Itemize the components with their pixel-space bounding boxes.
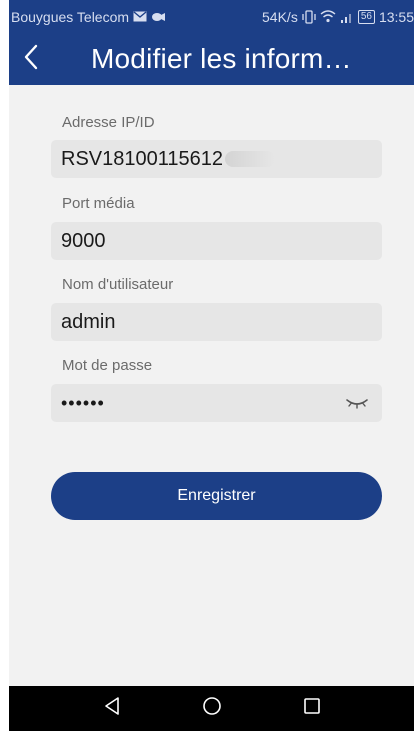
back-button[interactable] bbox=[9, 33, 53, 85]
network-speed: 54K/s bbox=[262, 8, 298, 25]
eye-closed-icon[interactable] bbox=[344, 394, 370, 412]
ip-value: RSV18100115612 bbox=[61, 147, 223, 170]
save-button[interactable]: Enregistrer bbox=[51, 472, 382, 520]
system-nav-bar bbox=[9, 686, 414, 731]
battery-level: 56 bbox=[357, 9, 375, 24]
battery-icon: 56 bbox=[357, 9, 375, 24]
triangle-back-icon bbox=[103, 696, 121, 721]
wifi-icon bbox=[320, 10, 336, 23]
password-field[interactable]: •••••• bbox=[51, 384, 382, 422]
status-bar: Bouygues Telecom 54K/s 56 13:55 bbox=[9, 0, 414, 33]
password-label: Mot de passe bbox=[62, 357, 153, 374]
username-field[interactable]: admin bbox=[51, 303, 382, 341]
notification-icon bbox=[151, 12, 166, 22]
obscured-text bbox=[225, 151, 275, 167]
signal-icon bbox=[340, 11, 354, 23]
page-title: Modifier les inform… bbox=[91, 43, 352, 74]
password-value: •••••• bbox=[61, 392, 105, 413]
username-label: Nom d'utilisateur bbox=[62, 276, 174, 293]
circle-home-icon bbox=[202, 696, 222, 721]
port-label: Port média bbox=[62, 195, 135, 212]
nav-back-button[interactable] bbox=[97, 694, 127, 724]
clock: 13:55 bbox=[378, 8, 414, 25]
app-screen: Bouygues Telecom 54K/s 56 13:55 Modifier… bbox=[0, 0, 414, 731]
nav-home-button[interactable] bbox=[197, 694, 227, 724]
vibrate-icon bbox=[302, 9, 316, 24]
form-content: Adresse IP/ID RSV18100115612 Port média … bbox=[9, 85, 414, 686]
username-value: admin bbox=[61, 310, 116, 333]
ip-field[interactable]: RSV18100115612 bbox=[51, 140, 382, 178]
nav-recent-button[interactable] bbox=[297, 694, 327, 724]
port-value: 9000 bbox=[61, 229, 106, 252]
mail-icon bbox=[133, 11, 147, 22]
square-recent-icon bbox=[303, 697, 321, 720]
port-field[interactable]: 9000 bbox=[51, 222, 382, 260]
app-bar: Modifier les inform… bbox=[9, 33, 414, 85]
chevron-left-icon bbox=[23, 44, 39, 75]
ip-label: Adresse IP/ID bbox=[62, 114, 155, 131]
carrier-name: Bouygues Telecom bbox=[11, 8, 130, 25]
